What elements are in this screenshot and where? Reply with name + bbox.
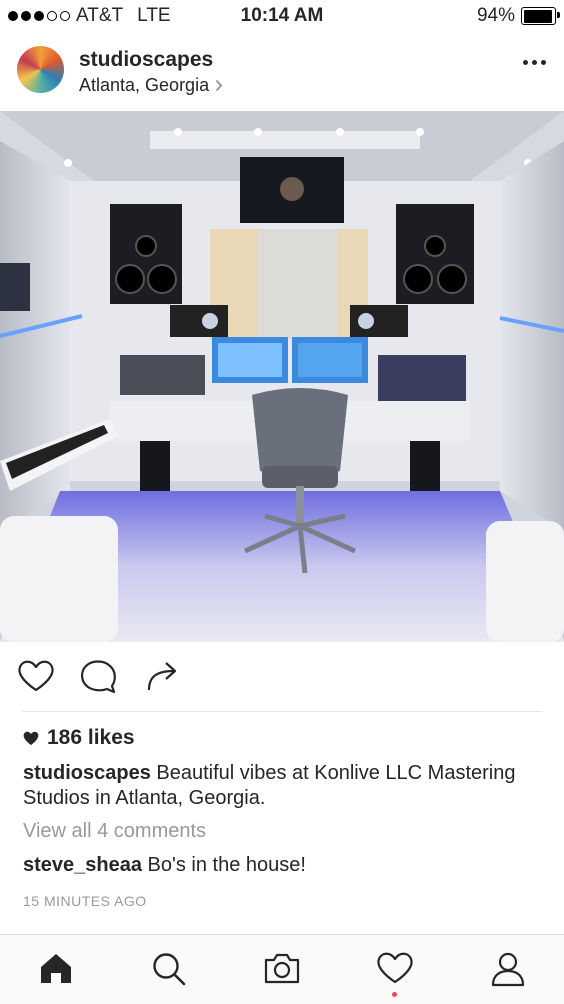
divider	[22, 711, 542, 712]
likes-label: 186 likes	[47, 726, 135, 749]
more-dots-icon[interactable]	[523, 60, 546, 65]
activity-notification-dot	[392, 992, 397, 997]
post-timestamp: 15 MINUTES AGO	[23, 893, 147, 909]
likes-count[interactable]: 186 likes	[23, 726, 135, 750]
search-icon[interactable]	[151, 951, 187, 987]
comment-text: Bo's in the house!	[147, 854, 306, 876]
tab-bar	[0, 934, 564, 1004]
activity-heart-icon[interactable]	[376, 951, 414, 985]
post-photo[interactable]	[0, 111, 564, 642]
comment-username[interactable]: steve_sheaa	[23, 854, 142, 876]
camera-icon[interactable]	[263, 951, 301, 985]
heart-small-icon	[23, 731, 39, 745]
comment-row: steve_sheaa Bo's in the house!	[23, 854, 306, 877]
post-username[interactable]: studioscapes	[79, 48, 213, 72]
status-bar: AT&T LTE 10:14 AM 94%	[0, 0, 564, 32]
post-location[interactable]: Atlanta, Georgia	[79, 75, 223, 96]
studio-photo-illustration	[0, 111, 564, 642]
home-icon[interactable]	[38, 951, 74, 985]
chevron-right-icon	[215, 79, 223, 92]
post-actions	[0, 655, 564, 703]
profile-icon[interactable]	[490, 951, 526, 987]
heart-icon[interactable]	[17, 659, 55, 693]
comment-bubble-icon[interactable]	[80, 659, 118, 695]
battery-percent: 94%	[476, 5, 515, 26]
avatar[interactable]	[17, 46, 64, 93]
share-arrow-icon[interactable]	[146, 659, 180, 693]
post-header: studioscapes Atlanta, Georgia	[0, 38, 564, 108]
location-label: Atlanta, Georgia	[79, 75, 210, 95]
status-right: 94%	[476, 5, 560, 27]
battery-icon	[521, 7, 560, 25]
view-comments-link[interactable]: View all 4 comments	[23, 820, 206, 843]
caption-username[interactable]: studioscapes	[23, 762, 151, 784]
post-caption: studioscapes Beautiful vibes at Konlive …	[23, 761, 543, 811]
